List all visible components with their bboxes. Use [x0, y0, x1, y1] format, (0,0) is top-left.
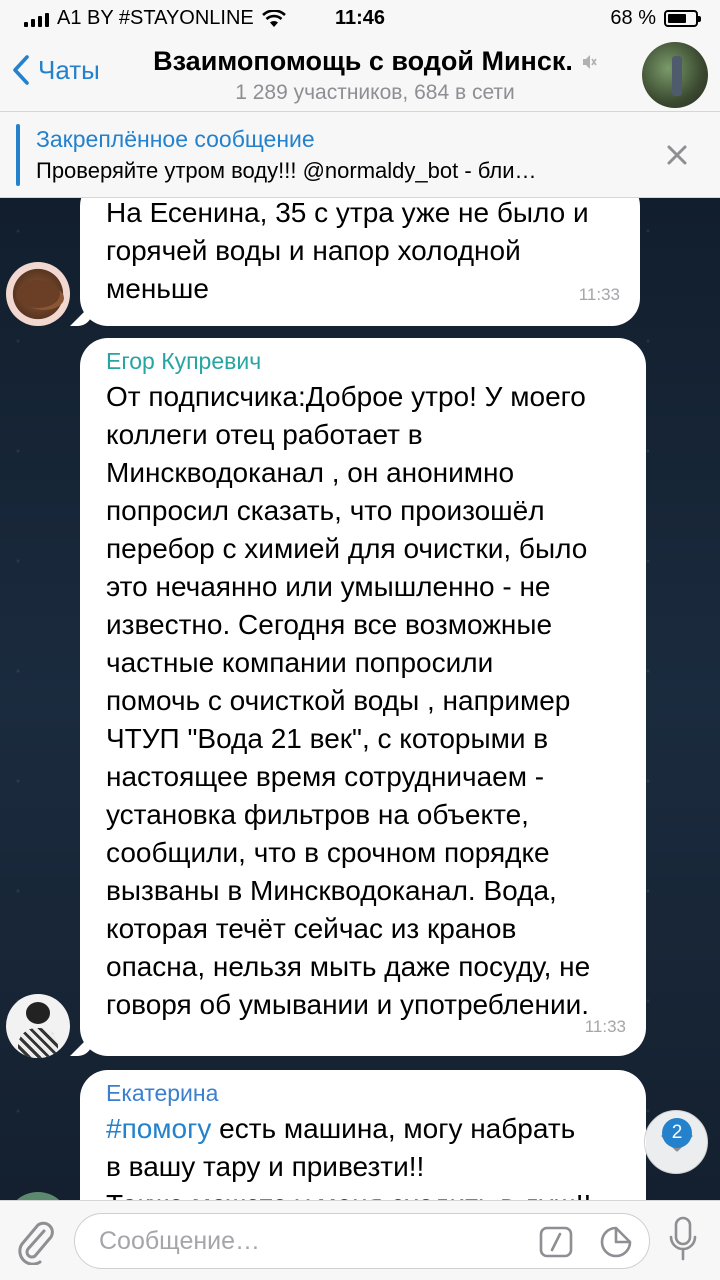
- message-text-line: говоря об умывании и употреблении.: [106, 989, 590, 1020]
- message-input[interactable]: [99, 1214, 519, 1268]
- battery-percent: 68 %: [610, 7, 656, 29]
- message-bubble[interactable]: На Есенина, 35 с утра уже не было и горя…: [80, 198, 640, 326]
- chat-info[interactable]: Взаимопомощь с водой Минск. 1 289 участн…: [120, 46, 630, 105]
- chat-title: Взаимопомощь с водой Минск.: [153, 46, 573, 76]
- message-text-line: От подписчика:Доброе утро! У моего: [106, 381, 586, 412]
- composer: [0, 1200, 720, 1280]
- hashtag-link[interactable]: #помогу: [106, 1113, 211, 1144]
- message-text-line: помочь с очисткой воды , например: [106, 685, 571, 716]
- message-text-line: известно. Сегодня все возможные: [106, 609, 553, 640]
- message-text-line: На Есенина, 35 с утра уже не было и: [106, 198, 589, 228]
- message-time: 11:33: [584, 1017, 626, 1036]
- pinned-title: Закреплённое сообщение: [36, 126, 315, 152]
- sticker-icon[interactable]: [599, 1225, 633, 1259]
- pinned-text: Проверяйте утром воду!!! @normaldy_bot -…: [36, 158, 537, 183]
- message-author[interactable]: Екатерина: [106, 1078, 620, 1108]
- message-text-line: горячей воды и напор холодной: [106, 235, 521, 266]
- pinned-accent-bar: [16, 124, 20, 186]
- message-text-line: установка фильтров на объекте,: [106, 799, 529, 830]
- message-text-line: это нечаянно или умышленно - не: [106, 571, 551, 602]
- message-text-line: опасна, нельзя мыть даже посуду, не: [106, 951, 591, 982]
- message-bubble[interactable]: Екатерина #помогу есть машина, могу набр…: [80, 1070, 646, 1200]
- message-text-line: вызваны в Минскводоканал. Вода,: [106, 875, 557, 906]
- message-text-line: ЧТУП "Вода 21 век", с которыми в: [106, 723, 549, 754]
- avatar[interactable]: [6, 1192, 70, 1200]
- message-input-field[interactable]: [74, 1213, 650, 1269]
- microphone-icon[interactable]: [668, 1215, 698, 1263]
- message-time: 11:33: [578, 285, 620, 304]
- message-author[interactable]: Егор Купревич: [106, 346, 620, 376]
- message-bubble[interactable]: Егор Купревич От подписчика:Доброе утро!…: [80, 338, 646, 1056]
- message-text-line: меньше: [106, 273, 209, 304]
- message-text-line: #помогу есть машина, могу набрать: [106, 1113, 576, 1144]
- group-avatar[interactable]: [642, 42, 708, 108]
- avatar[interactable]: [6, 262, 70, 326]
- status-bar: A1 BY #STAYONLINE 11:46 68 %: [0, 0, 720, 38]
- back-button[interactable]: Чаты: [12, 54, 100, 86]
- message-text-line: перебор с химией для очистки, было: [106, 533, 588, 564]
- message-text-line: настоящее время сотрудничаем -: [106, 761, 545, 792]
- chat-header: Чаты Взаимопомощь с водой Минск. 1 289 у…: [0, 38, 720, 112]
- avatar[interactable]: [6, 994, 70, 1058]
- slash-command-icon[interactable]: [539, 1226, 573, 1258]
- message-text-line: которая течёт сейчас из кранов: [106, 913, 517, 944]
- pinned-message[interactable]: Закреплённое сообщение Проверяйте утром …: [0, 112, 720, 198]
- message-text-line: коллеги отец работает в: [106, 419, 423, 450]
- back-label: Чаты: [38, 54, 100, 85]
- message-text-line: Также можете у меня сходить в душ!!: [106, 1186, 620, 1200]
- speaker-mute-icon: [582, 54, 597, 69]
- chat-subtitle: 1 289 участников, 684 в сети: [235, 81, 515, 104]
- message-text-line: в вашу тару и привезти!!: [106, 1151, 425, 1182]
- unread-badge: 2: [662, 1118, 692, 1148]
- message-text-line: частные компании попросили: [106, 647, 494, 678]
- message-text-line: Минскводоканал , он анонимно: [106, 457, 515, 488]
- message-text-line: попросил сказать, что произошёл: [106, 495, 545, 526]
- close-icon[interactable]: [662, 140, 692, 170]
- message-list[interactable]: На Есенина, 35 с утра уже не было и горя…: [0, 198, 720, 1200]
- paperclip-icon[interactable]: [14, 1217, 58, 1265]
- message-text-line: сообщили, что в срочном порядке: [106, 837, 550, 868]
- battery-icon: [664, 10, 701, 27]
- chevron-left-icon: [13, 55, 29, 85]
